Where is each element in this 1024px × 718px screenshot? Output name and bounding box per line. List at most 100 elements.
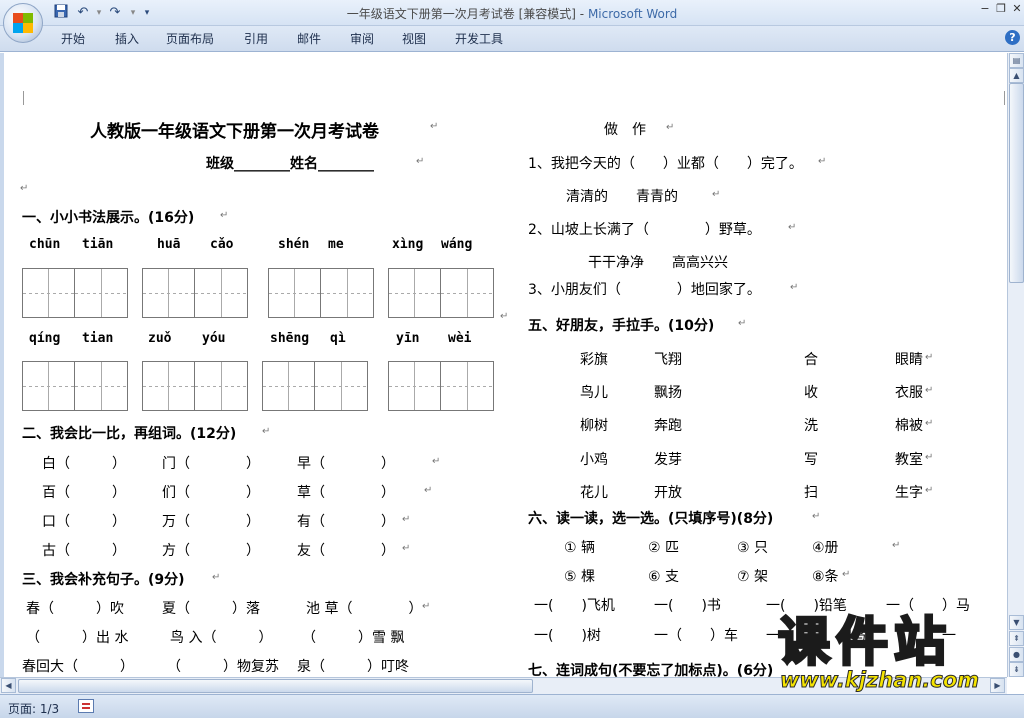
- measure-fill: 一( )树: [534, 628, 601, 644]
- close-icon[interactable]: ✕: [1010, 2, 1024, 16]
- ribbon-tabs: 开始 插入 页面布局 引用 邮件 审阅 视图 开发工具 ?: [0, 26, 1024, 52]
- tab-review[interactable]: 审阅: [350, 30, 374, 47]
- restore-icon[interactable]: ❐: [994, 2, 1008, 16]
- status-bar: 页面: 1/3: [0, 694, 1024, 718]
- tab-mailings[interactable]: 邮件: [297, 30, 321, 47]
- pinyin: yīn: [396, 331, 420, 346]
- paragraph-mark: ↵: [818, 156, 827, 167]
- vertical-scroll-thumb[interactable]: [1009, 83, 1024, 283]
- horizontal-scroll-thumb[interactable]: [18, 679, 533, 693]
- horizontal-scrollbar[interactable]: ◀ ▶: [0, 677, 1007, 694]
- tianzige-box[interactable]: [262, 361, 368, 411]
- measure-fill: 一（ ）车: [654, 628, 738, 644]
- match-word: 眼睛: [895, 352, 923, 368]
- measure-fill: 一( )书: [654, 598, 721, 614]
- paragraph-mark: ↵: [666, 122, 675, 133]
- match-word: 洗: [804, 418, 818, 434]
- match-word: 花儿: [580, 485, 608, 501]
- compare-item: 们（ ）: [162, 485, 260, 501]
- paragraph-mark: ↵: [712, 189, 721, 200]
- pinyin: me: [328, 237, 344, 252]
- word-pair-zuozuo: 做 作: [604, 122, 646, 138]
- tab-developer[interactable]: 开发工具: [455, 30, 503, 47]
- paragraph-mark: ↵: [402, 514, 411, 525]
- question-3: 3、小朋友们（ ）地回家了。: [528, 282, 761, 298]
- sentence-item: 泉（ ）叮咚: [297, 659, 409, 675]
- section1-heading: 一、小小书法展示。(16分): [22, 210, 195, 226]
- compare-item: 友（ ）: [297, 543, 395, 559]
- window-title: 一年级语文下册第一次月考试卷 [兼容模式] - Microsoft Word: [0, 5, 1024, 22]
- match-word: 小鸡: [580, 452, 608, 468]
- paragraph-mark: ↵: [892, 540, 901, 551]
- previous-page-icon[interactable]: ⇞: [1009, 631, 1024, 646]
- proofing-icon[interactable]: [78, 699, 94, 713]
- tianzige-box[interactable]: [22, 268, 128, 318]
- paragraph-mark: ↵: [416, 156, 425, 167]
- compare-item: 口（ ）: [42, 514, 126, 530]
- tianzige-box[interactable]: [388, 361, 494, 411]
- compare-item: 百（ ）: [42, 485, 126, 501]
- document-area[interactable]: 人教版一年级语文下册第一次月考试卷 班级________姓名________ 一…: [0, 53, 1007, 677]
- tab-insert[interactable]: 插入: [115, 30, 139, 47]
- paragraph-mark: ↵: [812, 511, 821, 522]
- measure-fill: 一: [766, 628, 780, 644]
- scroll-left-icon[interactable]: ◀: [1, 678, 16, 693]
- paragraph-mark: ↵: [20, 183, 29, 194]
- title-bar: ↶ ▾ ↷ ▾ ▾ 一年级语文下册第一次月考试卷 [兼容模式] - Micros…: [0, 0, 1024, 43]
- tianzige-box[interactable]: [388, 268, 494, 318]
- page-indicator[interactable]: 页面: 1/3: [8, 700, 59, 717]
- office-button-icon: [13, 13, 33, 33]
- tianzige-box[interactable]: [142, 361, 248, 411]
- scroll-down-icon[interactable]: ▼: [1009, 615, 1024, 630]
- match-word: 奔跑: [654, 418, 682, 434]
- next-page-icon[interactable]: ⇟: [1009, 662, 1024, 677]
- tianzige-box[interactable]: [22, 361, 128, 411]
- paragraph-mark: ↵: [430, 121, 439, 132]
- tab-references[interactable]: 引用: [244, 30, 268, 47]
- app-name: Microsoft Word: [587, 7, 678, 21]
- match-word: 彩旗: [580, 352, 608, 368]
- sentence-item: 春回大（ ）: [22, 659, 134, 675]
- measure-word-option: ② 匹: [648, 540, 680, 556]
- tab-home[interactable]: 开始: [61, 30, 85, 47]
- sentence-item: （ ）出 水: [26, 630, 129, 646]
- match-word: 飘扬: [654, 385, 682, 401]
- help-icon[interactable]: ?: [1005, 30, 1020, 45]
- pinyin: tian: [82, 331, 114, 346]
- scroll-right-icon[interactable]: ▶: [990, 678, 1005, 693]
- paragraph-mark: ↵: [925, 485, 934, 496]
- compare-item: 古（ ）: [42, 543, 126, 559]
- tianzige-box[interactable]: [268, 268, 374, 318]
- paragraph-mark: ↵: [212, 572, 221, 583]
- paragraph-mark: ↵: [422, 601, 431, 612]
- section6-heading: 六、读一读，选一选。(只填序号)(8分): [528, 511, 774, 527]
- measure-word-option: ⑦ 架: [737, 569, 769, 585]
- tianzige-box[interactable]: [142, 268, 248, 318]
- office-button[interactable]: [3, 3, 43, 43]
- vertical-scrollbar[interactable]: ▤ ▲ ▼ ⇞ ● ⇟: [1007, 53, 1024, 677]
- match-word: 合: [804, 352, 818, 368]
- ruler-toggle-icon[interactable]: ▤: [1009, 53, 1024, 68]
- pinyin: shén: [278, 237, 310, 252]
- title-separator: -: [575, 7, 588, 21]
- minimize-icon[interactable]: −: [978, 2, 992, 16]
- document-page[interactable]: 人教版一年级语文下册第一次月考试卷 班级________姓名________ 一…: [12, 57, 1007, 677]
- tab-view[interactable]: 视图: [402, 30, 426, 47]
- select-browse-object-icon[interactable]: ●: [1009, 647, 1024, 662]
- sentence-item: 鸟 入（ ）: [170, 630, 273, 646]
- paragraph-mark: ↵: [738, 318, 747, 329]
- scroll-up-icon[interactable]: ▲: [1009, 68, 1024, 83]
- match-word: 发芽: [654, 452, 682, 468]
- pinyin: qì: [330, 331, 346, 346]
- paragraph-mark: ↵: [842, 569, 851, 580]
- paragraph-mark: ↵: [402, 543, 411, 554]
- tab-page-layout[interactable]: 页面布局: [166, 30, 214, 47]
- section7-heading: 七、连词成句(不要忘了加标点)。(6分): [528, 663, 774, 677]
- match-word: 鸟儿: [580, 385, 608, 401]
- match-word: 写: [804, 452, 818, 468]
- pinyin: zuǒ: [148, 331, 172, 346]
- sentence-item: 池 草（ ）: [306, 601, 423, 617]
- paragraph-mark: ↵: [500, 311, 509, 322]
- paragraph-mark: ↵: [925, 385, 934, 396]
- compare-item: 早（ ）: [297, 456, 395, 472]
